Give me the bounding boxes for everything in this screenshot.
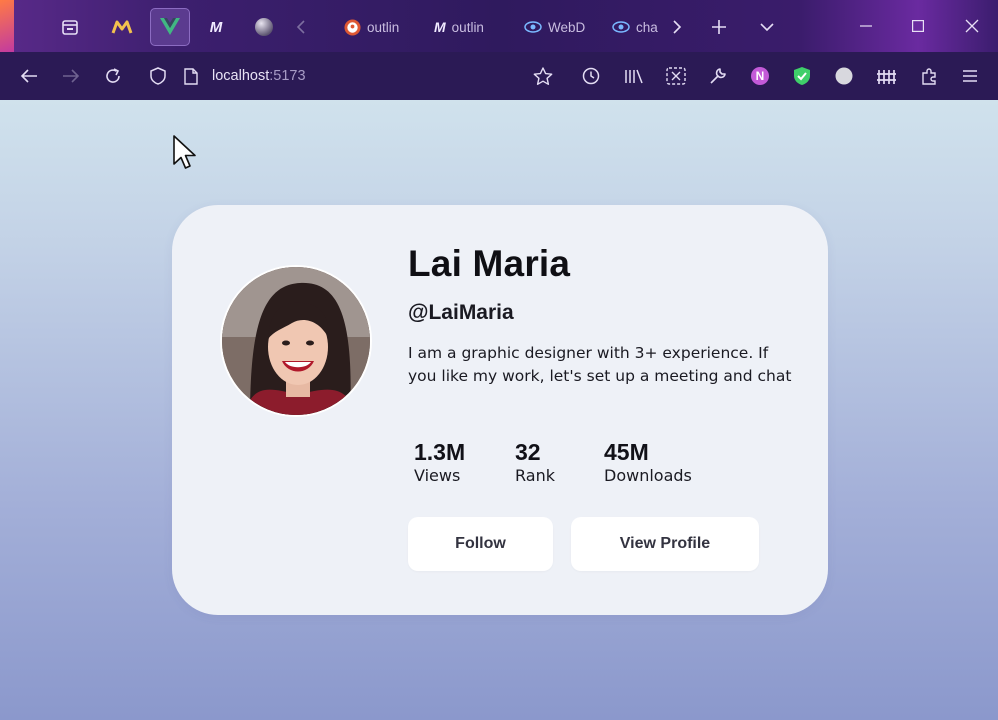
close-icon — [965, 19, 979, 33]
tab-bar: M outlin M outlin WebD cha — [0, 0, 998, 52]
extension-n-button[interactable]: N — [745, 61, 775, 91]
arrow-left-icon — [20, 69, 37, 83]
forward-button[interactable] — [56, 61, 86, 91]
pinned-tab-m[interactable]: M — [196, 8, 236, 46]
profile-handle: @LaiMaria — [408, 301, 514, 324]
tracking-protection-button[interactable] — [143, 61, 173, 91]
url-host: localhost — [212, 68, 270, 84]
screenshot-button[interactable] — [661, 61, 691, 91]
puzzle-icon — [922, 68, 936, 85]
tab-label: cha — [636, 19, 658, 35]
plus-icon — [712, 20, 726, 34]
stat-views: 1.3M Views — [414, 439, 465, 485]
avatar-photo — [222, 267, 370, 415]
stat-label: Views — [414, 466, 461, 485]
app-menu-button[interactable] — [955, 61, 985, 91]
pinned-tab-milanote[interactable] — [102, 8, 142, 46]
star-icon — [533, 66, 553, 85]
url-port: :5173 — [269, 68, 306, 84]
clock-icon — [582, 67, 600, 85]
avatar — [220, 265, 372, 417]
tab-label: WebD — [548, 19, 586, 35]
page-icon — [184, 67, 198, 85]
pinned-tab-sphere[interactable] — [244, 8, 284, 46]
firefox-view-button[interactable] — [50, 8, 90, 46]
stat-label: Rank — [515, 466, 555, 485]
profile-bio: I am a graphic designer with 3+ experien… — [408, 344, 792, 385]
tab-label: outlin — [451, 19, 484, 35]
maximize-icon — [912, 20, 924, 32]
stat-value: 32 — [515, 439, 541, 465]
close-window-button[interactable] — [946, 0, 998, 52]
extension-shield-button[interactable] — [787, 61, 817, 91]
tab-webdev[interactable]: WebD — [524, 8, 588, 46]
scroll-tabs-right-button[interactable] — [662, 8, 692, 46]
shield-check-icon — [794, 67, 810, 85]
stat-value: 45M — [604, 439, 649, 465]
tab-label: outlin — [367, 19, 400, 35]
vue-logo-icon — [160, 18, 180, 35]
back-button[interactable] — [14, 61, 44, 91]
m-logo-icon: M — [209, 18, 223, 36]
stat-value: 1.3M — [414, 439, 466, 465]
navigation-toolbar: localhost:5173 N — [0, 52, 998, 100]
devtools-button[interactable] — [703, 61, 733, 91]
fence-icon — [877, 70, 896, 84]
m-logo-yellow-icon — [111, 20, 133, 34]
library-button[interactable] — [619, 61, 649, 91]
tab-outline-2[interactable]: M outlin — [434, 8, 498, 46]
extension-fence-button[interactable] — [871, 61, 901, 91]
pinned-tab-vue[interactable] — [150, 8, 190, 46]
stat-downloads: 45M Downloads — [604, 439, 692, 485]
scroll-tabs-left-button[interactable] — [286, 8, 316, 46]
reload-icon — [106, 68, 120, 83]
eye-icon — [612, 21, 630, 33]
list-all-tabs-button[interactable] — [748, 8, 786, 46]
view-profile-button[interactable]: View Profile — [571, 517, 759, 571]
chevron-right-icon — [673, 20, 682, 34]
follow-button[interactable]: Follow — [408, 517, 553, 571]
profile-name: Lai Maria — [408, 243, 571, 284]
tab-outline-1[interactable]: outlin — [344, 8, 410, 46]
wrench-icon — [710, 68, 726, 84]
url-bar[interactable]: localhost:5173 — [212, 68, 306, 84]
extension-dark-reader-button[interactable] — [829, 61, 859, 91]
hamburger-menu-icon — [963, 70, 977, 82]
duckduckgo-icon — [344, 18, 361, 36]
screenshot-icon — [666, 67, 686, 85]
history-button[interactable] — [576, 61, 606, 91]
theme-accent — [0, 0, 14, 52]
page-info-button[interactable] — [176, 61, 206, 91]
new-tab-button[interactable] — [700, 8, 738, 46]
svg-text:N: N — [756, 69, 765, 83]
profile-card: Lai Maria @LaiMaria I am a graphic desig… — [172, 205, 828, 615]
stat-rank: 32 Rank — [515, 439, 555, 485]
maximize-button[interactable] — [892, 0, 944, 52]
tab-chat[interactable]: cha — [612, 8, 658, 46]
n-extension-icon: N — [751, 67, 769, 85]
minimize-button[interactable] — [840, 0, 892, 52]
chevron-down-icon — [760, 23, 774, 32]
reload-button[interactable] — [98, 61, 128, 91]
arrow-right-icon — [63, 69, 80, 83]
eye-icon — [524, 21, 542, 33]
extensions-button[interactable] — [914, 61, 944, 91]
shield-icon — [150, 67, 166, 85]
minimize-icon — [860, 25, 872, 27]
chevron-left-icon — [296, 20, 305, 34]
dark-mode-icon — [835, 67, 853, 85]
library-icon — [625, 69, 643, 84]
sphere-icon — [255, 18, 273, 36]
bookmark-button[interactable] — [528, 61, 558, 91]
stat-label: Downloads — [604, 466, 692, 485]
m-logo-icon: M — [434, 19, 446, 35]
mouse-cursor-icon — [173, 135, 196, 169]
firefox-view-icon — [62, 20, 78, 35]
